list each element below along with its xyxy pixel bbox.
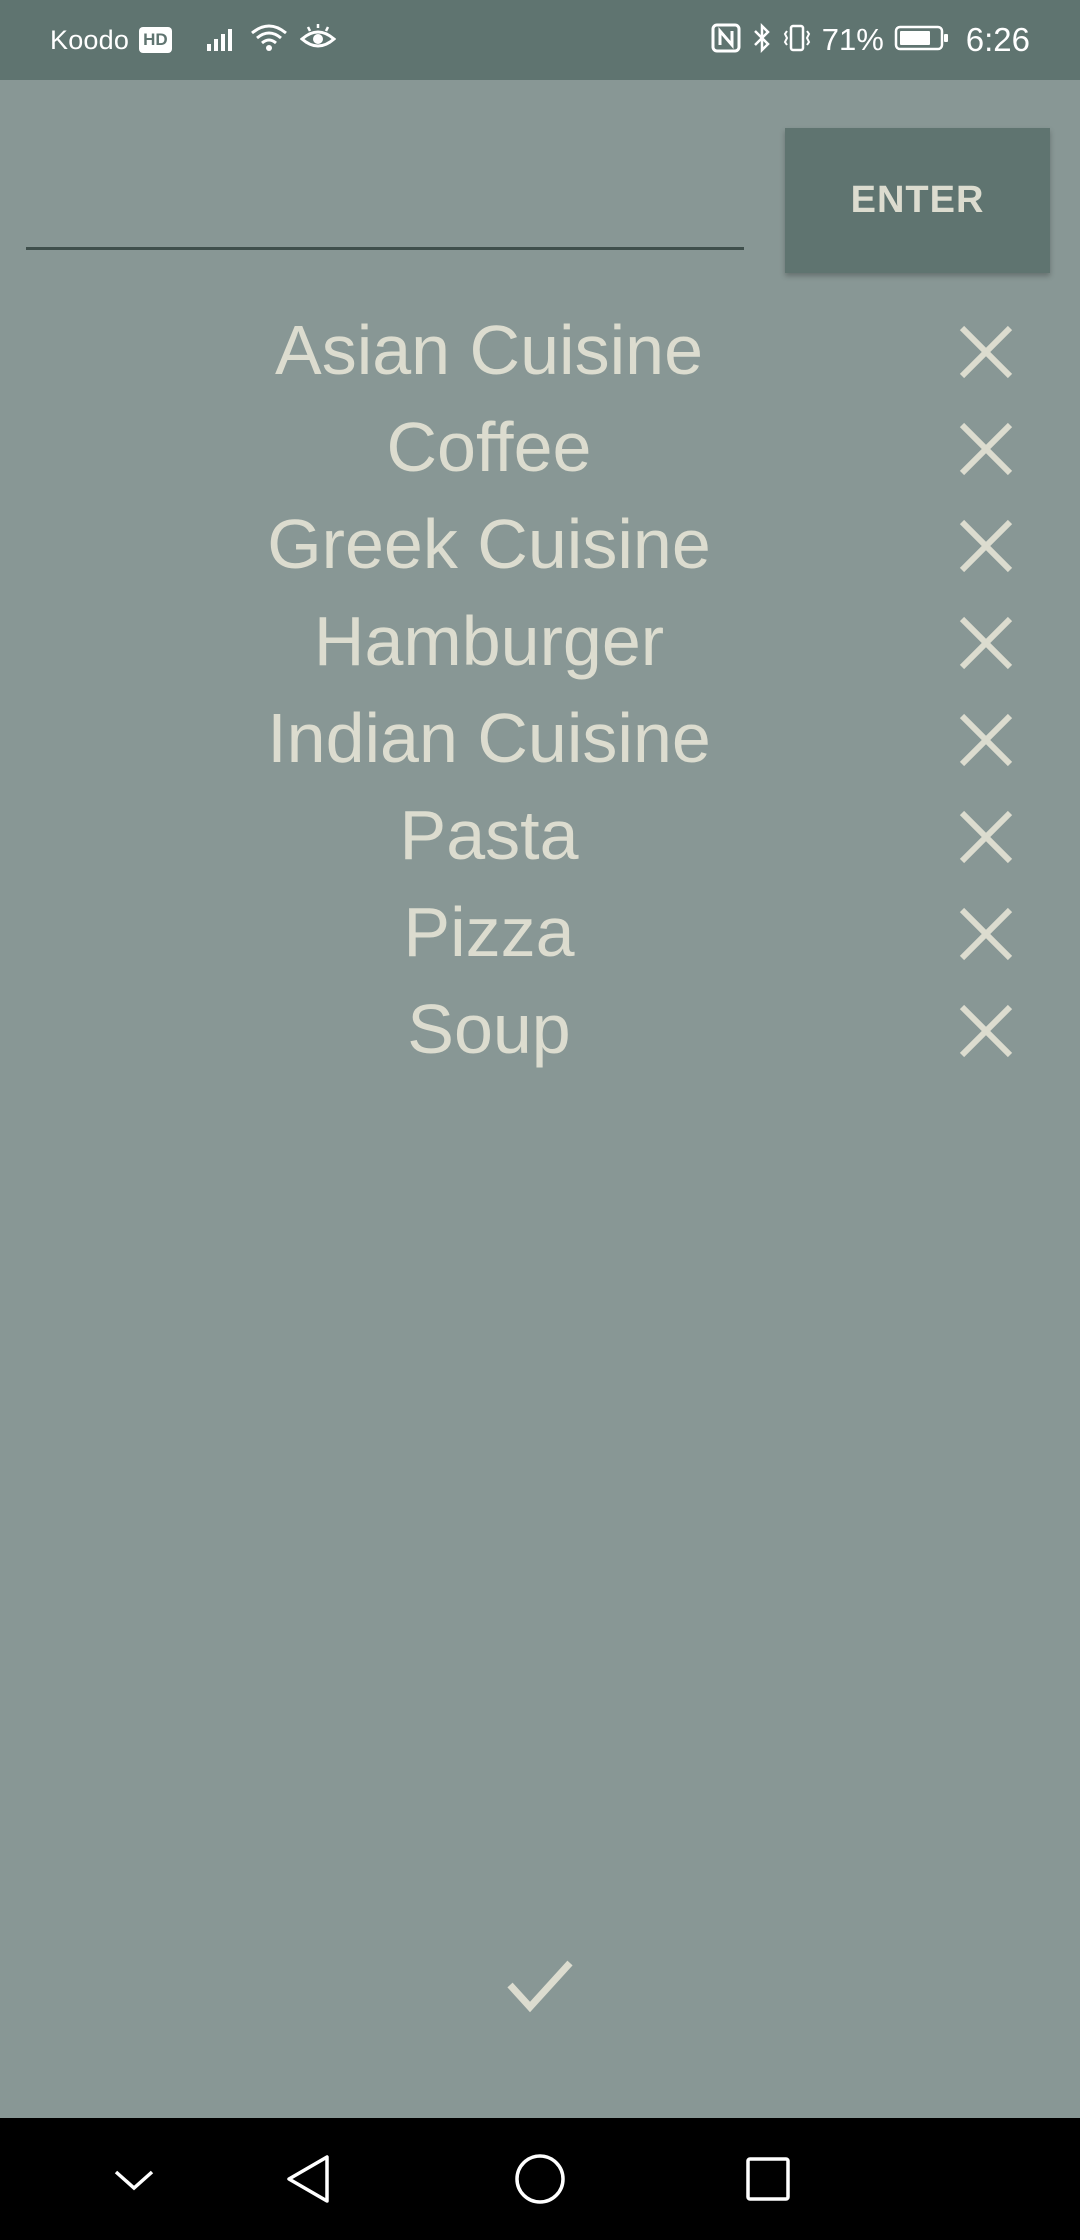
battery-percent: 71%: [821, 22, 884, 57]
confirm-button[interactable]: [500, 1950, 580, 2020]
nav-recents-button[interactable]: [718, 2118, 818, 2240]
signal-icon: [206, 24, 238, 57]
close-icon: [959, 810, 1013, 864]
list-item: Soup: [0, 981, 1080, 1078]
close-icon: [959, 519, 1013, 573]
close-icon: [959, 422, 1013, 476]
item-input[interactable]: [26, 140, 744, 250]
hd-badge: HD: [139, 27, 172, 53]
recents-square-icon: [746, 2157, 790, 2201]
delete-button[interactable]: [950, 514, 1022, 578]
delete-button[interactable]: [950, 320, 1022, 384]
vibrate-icon: [782, 22, 812, 59]
nfc-icon: [710, 22, 742, 59]
back-triangle-icon: [287, 2155, 329, 2203]
enter-button[interactable]: ENTER: [785, 128, 1050, 273]
delete-button[interactable]: [950, 417, 1022, 481]
status-bar: Koodo HD 71% 6:26: [0, 0, 1080, 80]
item-label: Asian Cuisine: [275, 311, 703, 389]
clock: 6:26: [965, 21, 1030, 58]
check-icon: [507, 1960, 573, 2013]
item-list: Asian Cuisine Coffee Greek Cuisine Hambu…: [0, 302, 1080, 1078]
status-right: 71% 6:26: [710, 0, 1030, 80]
status-left: Koodo HD: [50, 0, 336, 80]
list-item: Pasta: [0, 787, 1080, 884]
item-label: Pasta: [399, 796, 579, 874]
item-label: Hamburger: [313, 602, 665, 680]
bluetooth-icon: [752, 22, 772, 59]
list-item: Hamburger: [0, 593, 1080, 690]
eye-icon: [299, 23, 336, 58]
delete-button[interactable]: [950, 999, 1022, 1063]
nav-back-button[interactable]: [258, 2118, 358, 2240]
delete-button[interactable]: [950, 611, 1022, 675]
item-label: Soup: [407, 990, 571, 1068]
close-icon: [959, 616, 1013, 670]
close-icon: [959, 713, 1013, 767]
home-circle-icon: [515, 2154, 565, 2204]
delete-button[interactable]: [950, 708, 1022, 772]
delete-button[interactable]: [950, 902, 1022, 966]
chevron-down-icon: [114, 2170, 154, 2191]
status-icons-left: [206, 23, 336, 58]
list-item: Greek Cuisine: [0, 496, 1080, 593]
close-icon: [959, 325, 1013, 379]
wifi-icon: [250, 23, 288, 58]
close-icon: [959, 1004, 1013, 1058]
close-icon: [959, 907, 1013, 961]
list-item: Pizza: [0, 884, 1080, 981]
battery-icon: [894, 24, 950, 57]
carrier-name: Koodo: [50, 24, 130, 55]
list-item: Asian Cuisine: [0, 302, 1080, 399]
list-item: Indian Cuisine: [0, 690, 1080, 787]
list-item: Coffee: [0, 399, 1080, 496]
item-label: Indian Cuisine: [267, 699, 711, 777]
item-label: Coffee: [386, 408, 592, 486]
delete-button[interactable]: [950, 805, 1022, 869]
nav-home-button[interactable]: [490, 2118, 590, 2240]
item-label: Pizza: [403, 893, 575, 971]
item-label: Greek Cuisine: [267, 505, 711, 583]
navigation-bar: [0, 2118, 1080, 2240]
nav-hide-button[interactable]: [84, 2118, 184, 2240]
